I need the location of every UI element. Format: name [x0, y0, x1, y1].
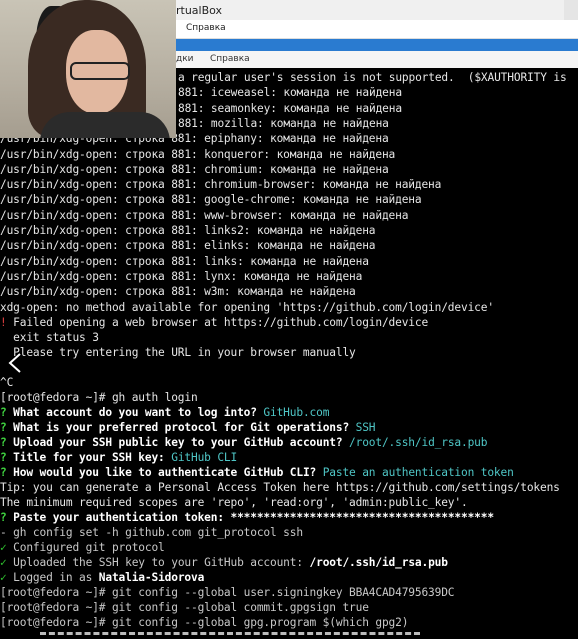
terminal-line: 881: mozilla: команда не найдена [178, 116, 389, 130]
q-mark: ? [0, 436, 7, 449]
q4-label: Title for your SSH key: [6, 451, 165, 464]
menu-settings-fragment[interactable]: дки [176, 54, 194, 64]
terminal-line: /usr/bin/xdg-open: строка 881: links: ко… [0, 254, 369, 268]
q2-label: What is your preferred protocol for Git … [6, 421, 350, 434]
check-icon: ✓ [0, 556, 7, 569]
q4-answer: GitHub CLI [164, 451, 238, 464]
terminal-line-ctrlc: ^C [0, 376, 14, 389]
terminal-tip: Tip: you can generate a Personal Access … [0, 481, 560, 494]
terminal-line: /usr/bin/xdg-open: строка 881: chromium:… [0, 162, 389, 176]
terminal-line: /usr/bin/xdg-open: строка 881: w3m: кома… [0, 285, 356, 299]
terminal-line: /usr/bin/xdg-open: строка 881: www-brows… [0, 208, 409, 222]
webcam-person-shirt [40, 112, 170, 138]
dash-mark: - [0, 526, 7, 539]
q-mark: ? [0, 511, 7, 524]
bottom-divider [40, 632, 420, 639]
window-close-button[interactable] [564, 0, 578, 20]
uploaded-text: Uploaded the SSH key to your GitHub acco… [6, 556, 310, 569]
q3-answer: /root/.ssh/id_rsa.pub [342, 436, 488, 449]
q5-answer: Paste an authentication token [316, 466, 514, 479]
glasses-icon [70, 62, 130, 80]
terminal-line-please: Please try entering the URL in your brow… [0, 346, 356, 359]
terminal-uploaded: ✓ Uploaded the SSH key to your GitHub ac… [0, 555, 448, 570]
config-cmd-text: gh config set -h github.com git_protocol… [6, 526, 303, 539]
q-mark: ? [0, 451, 7, 464]
terminal-prompt-gpg-program: [root@fedora ~]# git config --global gpg… [0, 616, 409, 629]
terminal-line: 881: seamonkey: команда не найдена [178, 101, 402, 115]
menu-help[interactable]: Справка [186, 23, 226, 33]
logged-user: Natalia-Sidorova [98, 571, 205, 584]
check-icon: ✓ [0, 541, 7, 554]
q6-label: Paste your authentication token: [6, 511, 224, 524]
menu-help-2[interactable]: Справка [210, 54, 250, 64]
terminal-line: 881: iceweasel: команда не найдена [178, 86, 402, 100]
terminal-prompt-gh-auth: [root@fedora ~]# gh auth login [0, 391, 198, 404]
q1-label: What account do you want to log into? [6, 406, 257, 419]
q-mark: ? [0, 406, 7, 419]
logged-text: Logged in as [6, 571, 99, 584]
error-mark: ! [0, 316, 7, 329]
terminal-q6: ? Paste your authentication token: *****… [0, 510, 494, 525]
vbox-menubar: Справка [176, 20, 578, 39]
terminal-line: /usr/bin/xdg-open: строка 881: google-ch… [0, 193, 422, 207]
terminal-q3: ? Upload your SSH public key to your Git… [0, 435, 487, 450]
terminal-q2: ? What is your preferred protocol for Gi… [0, 420, 376, 435]
terminal-line: xdg-open: no method available for openin… [0, 300, 494, 314]
terminal-logged-in: ✓ Logged in as Natalia-Sidorova [0, 570, 204, 585]
terminal-window[interactable]: a regular user's session is not supporte… [0, 68, 578, 637]
window-title: rtualBox [176, 4, 223, 17]
terminal-line: /usr/bin/xdg-open: строка 881: chromium-… [0, 178, 442, 192]
q-mark: ? [0, 421, 7, 434]
terminal-line-failed: ! Failed opening a web browser at https:… [0, 315, 428, 330]
terminal-q5: ? How would you like to authenticate Git… [0, 465, 514, 480]
q3-label: Upload your SSH public key to your GitHu… [6, 436, 343, 449]
q-mark: ? [0, 466, 7, 479]
terminal-line: /usr/bin/xdg-open: строка 881: elinks: к… [0, 239, 376, 253]
terminal-q4: ? Title for your SSH key: GitHub CLI [0, 450, 237, 465]
terminal-config-cmd: - gh config set -h github.com git_protoc… [0, 525, 303, 540]
terminal-prompt-gpgsign: [root@fedora ~]# git config --global com… [0, 601, 369, 614]
q2-answer: SSH [349, 421, 376, 434]
terminal-prompt-signingkey: [root@fedora ~]# git config --global use… [0, 586, 455, 599]
q1-answer: GitHub.com [256, 406, 330, 419]
q5-label: How would you like to authenticate GitHu… [6, 466, 317, 479]
terminal-line: a regular user's session is not supporte… [178, 71, 567, 84]
chevron-left-icon[interactable] [6, 352, 24, 374]
terminal-configured: ✓ Configured git protocol [0, 540, 165, 555]
terminal-q1: ? What account do you want to log into? … [0, 405, 329, 420]
terminal-line: /usr/bin/xdg-open: строка 881: konqueror… [0, 147, 396, 161]
terminal-scopes: The minimum required scopes are 'repo', … [0, 496, 468, 509]
uploaded-path: /root/.ssh/id_rsa.pub [309, 556, 448, 569]
vbox-accent-bar [176, 39, 578, 51]
failed-text: Failed opening a web browser at https://… [6, 316, 429, 329]
configured-text: Configured git protocol [6, 541, 165, 554]
webcam-overlay [0, 0, 176, 138]
terminal-line: /usr/bin/xdg-open: строка 881: lynx: ком… [0, 269, 363, 283]
terminal-line: /usr/bin/xdg-open: строка 881: links2: к… [0, 224, 376, 237]
check-icon: ✓ [0, 571, 7, 584]
terminal-line-exit: exit status 3 [0, 331, 99, 344]
vbox-submenu-bar: дки Справка [176, 51, 578, 68]
q6-answer: **************************************** [223, 511, 495, 524]
